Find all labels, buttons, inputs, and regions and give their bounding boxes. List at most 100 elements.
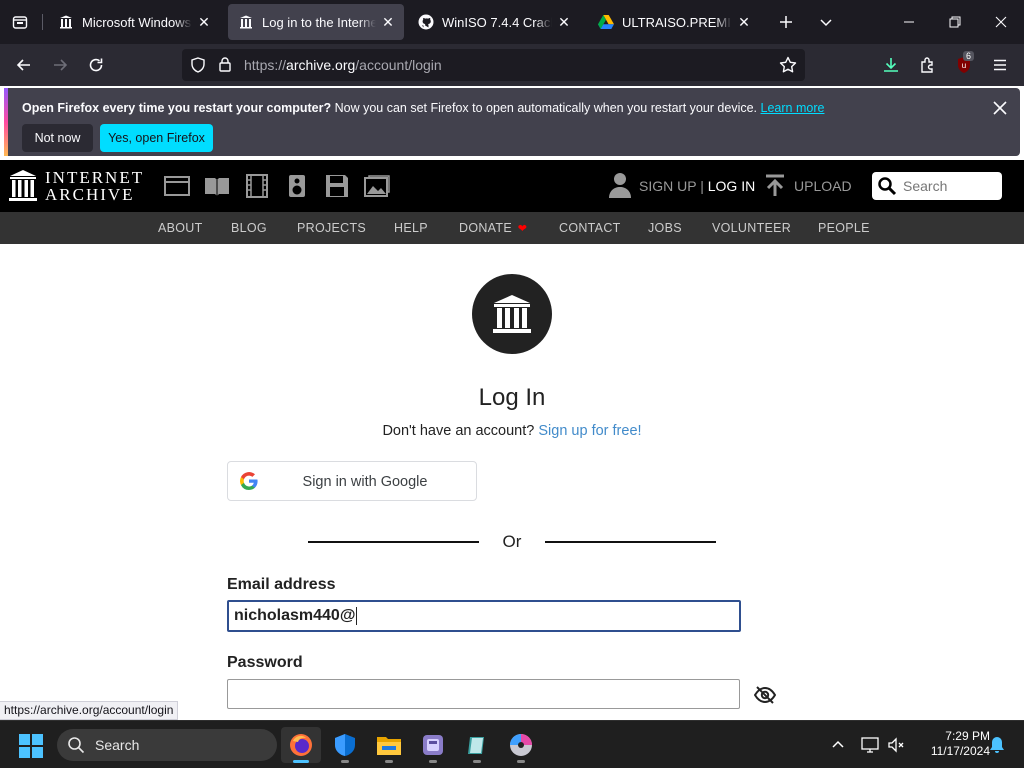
ia-logo[interactable]: INTERNET ARCHIVE	[9, 169, 144, 203]
taskbar-notepad-app[interactable]	[457, 727, 497, 763]
link-separator: |	[696, 178, 708, 194]
sign-in-with-google-button[interactable]: Sign in with Google	[227, 461, 477, 501]
texts-book-icon[interactable]	[204, 174, 230, 198]
google-drive-icon	[598, 14, 614, 30]
open-firefox-button[interactable]: Yes, open Firefox	[100, 124, 213, 152]
toggle-password-visibility-icon[interactable]	[753, 684, 777, 706]
downloads-button[interactable]	[876, 50, 906, 80]
tab-internet-archive-login[interactable]: Log in to the Internet A ✕	[228, 4, 404, 40]
extensions-button[interactable]	[913, 50, 943, 80]
close-notification-icon[interactable]	[990, 98, 1010, 118]
close-tab-icon[interactable]: ✕	[380, 14, 396, 30]
close-tab-icon[interactable]: ✕	[196, 14, 212, 30]
site-search-input[interactable]: Search	[872, 172, 1002, 200]
bookmark-star-icon[interactable]	[779, 56, 797, 79]
text-caret	[356, 607, 358, 625]
learn-more-link[interactable]: Learn more	[761, 101, 825, 115]
calculator-icon	[423, 735, 443, 755]
link-status-tooltip: https://archive.org/account/login	[0, 701, 179, 720]
tab-title: Log in to the Internet A	[262, 14, 376, 30]
disc-icon	[510, 734, 532, 756]
app-menu-button[interactable]	[985, 50, 1015, 80]
show-hidden-icons-chevron-up-icon[interactable]	[828, 735, 848, 755]
close-window-button[interactable]	[978, 0, 1024, 44]
display-icon[interactable]	[860, 735, 880, 755]
nav-donate[interactable]: DONATE ❤	[459, 221, 527, 235]
start-button[interactable]	[19, 734, 43, 763]
tab-winiso-crack[interactable]: WinISO 7.4.4 Crack Wit ✕	[408, 4, 580, 40]
url-bar[interactable]: https://archive.org/account/login	[182, 49, 805, 81]
nav-contact[interactable]: CONTACT	[559, 221, 621, 235]
web-icon[interactable]	[164, 174, 190, 198]
list-all-tabs-button[interactable]	[803, 0, 849, 44]
back-button[interactable]	[9, 50, 39, 80]
extension-badge: 6	[963, 51, 975, 61]
taskbar-calculator-app[interactable]	[413, 727, 453, 763]
tab-separator	[42, 14, 43, 30]
email-field[interactable]: nicholasm440@	[227, 600, 741, 632]
puzzle-icon	[921, 57, 933, 73]
network-speaker-icon[interactable]	[886, 735, 906, 755]
ia-top-bar: INTERNET ARCHIVE SIGN UP | LOG IN UPLOAD …	[0, 160, 1024, 212]
not-now-button[interactable]: Not now	[22, 124, 93, 152]
notification-body: Now you can set Firefox to open automati…	[331, 101, 758, 115]
reload-button[interactable]	[81, 50, 111, 80]
upload-icon[interactable]	[764, 174, 786, 198]
tab-ultraiso-premium[interactable]: ULTRAISO.PREMIUM.E ✕	[588, 4, 760, 40]
close-tab-icon[interactable]: ✕	[736, 14, 752, 30]
nav-donate-label: DONATE	[459, 221, 512, 235]
minimize-button[interactable]	[886, 0, 932, 44]
lock-icon[interactable]	[218, 56, 232, 77]
tab-title: ULTRAISO.PREMIUM.E	[622, 14, 732, 30]
email-label: Email address	[227, 576, 336, 593]
tab-title: WinISO 7.4.4 Crack Wit	[442, 14, 552, 30]
video-film-icon[interactable]	[244, 174, 270, 198]
hamburger-menu-icon	[994, 59, 1006, 71]
nav-jobs[interactable]: JOBS	[648, 221, 682, 235]
close-tab-icon[interactable]: ✕	[556, 14, 572, 30]
nav-volunteer[interactable]: VOLUNTEER	[712, 221, 791, 235]
logo-line-1: INTERNET	[45, 168, 145, 187]
nav-about[interactable]: ABOUT	[158, 221, 203, 235]
running-indicator	[517, 760, 525, 763]
upload-link[interactable]: UPLOAD	[794, 178, 852, 194]
sign-up-free-link[interactable]: Sign up for free!	[538, 423, 641, 439]
tab-microsoft-windows[interactable]: Microsoft Windows Se ✕	[48, 4, 220, 40]
or-separator: Or	[502, 532, 522, 551]
nav-projects[interactable]: PROJECTS	[297, 221, 366, 235]
sign-up-link[interactable]: SIGN UP	[639, 178, 696, 194]
software-floppy-icon[interactable]	[324, 174, 350, 198]
taskbar-disc-app[interactable]	[501, 727, 541, 763]
google-button-label: Sign in with Google	[302, 474, 428, 490]
taskbar-file-explorer[interactable]	[369, 727, 409, 763]
firefox-view-button[interactable]	[0, 0, 40, 44]
audio-speaker-icon[interactable]	[284, 174, 310, 198]
search-icon	[878, 177, 897, 196]
ublock-extension-button[interactable]: u 6	[949, 50, 979, 80]
close-icon	[995, 16, 1007, 28]
tracking-protection-shield-icon[interactable]	[190, 57, 206, 78]
log-in-link[interactable]: LOG IN	[708, 178, 755, 194]
password-field[interactable]	[227, 679, 740, 709]
taskbar-windows-security[interactable]	[325, 727, 365, 763]
running-indicator	[385, 760, 393, 763]
active-indicator	[293, 760, 309, 763]
forward-button[interactable]	[45, 50, 75, 80]
images-icon[interactable]	[364, 174, 390, 198]
user-icon[interactable]	[608, 172, 632, 198]
url-text[interactable]: https://archive.org/account/login	[244, 57, 442, 73]
notification-bell-icon[interactable]	[987, 735, 1007, 755]
system-clock[interactable]: 7:29 PM 11/17/2024	[910, 729, 990, 759]
nav-blog[interactable]: BLOG	[231, 221, 267, 235]
nav-help[interactable]: HELP	[394, 221, 428, 235]
notification-title: Open Firefox every time you restart your…	[22, 101, 332, 115]
reload-icon	[89, 58, 103, 72]
taskbar-search[interactable]: Search	[57, 729, 277, 761]
restore-button[interactable]	[932, 0, 978, 44]
restore-icon	[949, 16, 961, 28]
nav-people[interactable]: PEOPLE	[818, 221, 870, 235]
taskbar-firefox[interactable]	[281, 727, 321, 763]
shield-icon	[335, 734, 355, 756]
arrow-right-icon	[54, 59, 68, 71]
chevron-down-icon	[820, 19, 832, 27]
